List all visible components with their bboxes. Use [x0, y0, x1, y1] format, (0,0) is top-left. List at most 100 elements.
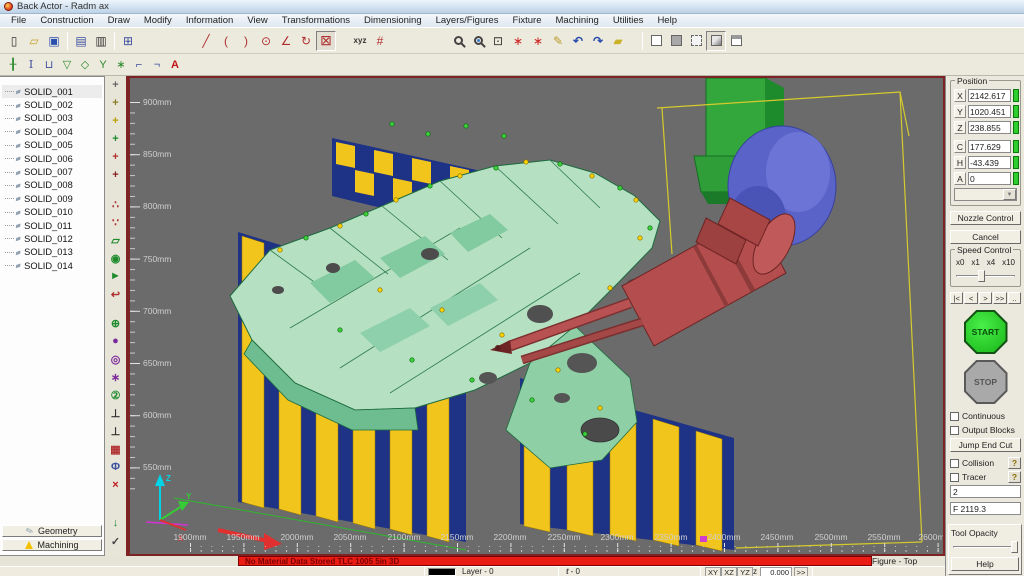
star-button[interactable]: ∗ [112, 56, 130, 74]
step-fast-forward-button[interactable]: >> [993, 292, 1006, 304]
coord-tag-tool-button[interactable]: + [106, 112, 125, 130]
diamond-button[interactable]: ◇ [76, 56, 94, 74]
tree-item-solid-012[interactable]: ▰SOLID_012 [2, 232, 102, 245]
delete-marks-tool-button[interactable]: × [106, 476, 125, 494]
tree-item-solid-003[interactable]: ▰SOLID_003 [2, 112, 102, 125]
step-first-button[interactable]: |< [950, 292, 963, 304]
menu-utilities[interactable]: Utilities [606, 15, 651, 26]
stop-button[interactable]: STOP [966, 362, 1006, 402]
angle-tool-button[interactable]: ∠ [276, 31, 296, 51]
tree-item-solid-014[interactable]: ▰SOLID_014 [2, 259, 102, 272]
zoom-button[interactable] [448, 31, 468, 51]
new-file-button[interactable]: ▯ [4, 31, 24, 51]
erase-button[interactable]: ▰ [608, 31, 628, 51]
view-wireframe-button[interactable] [646, 31, 666, 51]
arc2-tool-button[interactable]: ) [236, 31, 256, 51]
redo-button[interactable]: ↷ [588, 31, 608, 51]
raise-z-tool-button[interactable]: ⊥ [106, 422, 125, 440]
view-transparent-button[interactable] [686, 31, 706, 51]
tool-indicator[interactable]: t - 0 [566, 567, 580, 576]
menu-dimensioning[interactable]: Dimensioning [357, 15, 429, 26]
target-view-tool-button[interactable]: ◉ [106, 249, 125, 267]
export-down-button[interactable]: ↓ [106, 514, 125, 532]
corner1-button[interactable]: ⌐ [130, 56, 148, 74]
c-position-field[interactable]: 177.629 [968, 140, 1011, 153]
sequence-tool-button[interactable]: ② [106, 386, 125, 404]
pan-tool-button[interactable]: + [106, 76, 125, 94]
tool-opacity-slider[interactable] [951, 541, 1019, 553]
step-forward-button[interactable]: > [979, 292, 992, 304]
save-button[interactable]: ▣ [44, 31, 64, 51]
menu-file[interactable]: File [4, 15, 33, 26]
flat-view-tool-button[interactable]: ► [106, 267, 125, 285]
tracer-help-button[interactable]: ? [1008, 471, 1021, 483]
start-button[interactable]: START [966, 312, 1006, 352]
tree-item-solid-002[interactable]: ▰SOLID_002 [2, 98, 102, 111]
menu-information[interactable]: Information [179, 15, 241, 26]
cancel-button[interactable]: Cancel [950, 230, 1021, 244]
nozzle-control-button[interactable]: Nozzle Control [950, 211, 1021, 225]
view-shaded-button[interactable] [706, 31, 726, 51]
text-tool-button[interactable]: A [166, 56, 184, 74]
sphere-view-tool-button[interactable]: ◎ [106, 350, 125, 368]
viewport-canvas[interactable]: Z Y X 900mm 850mm 800mm 750mm 700mm [130, 78, 943, 554]
count-field[interactable]: 2 [950, 485, 1021, 498]
plane-xy-button[interactable]: XY [705, 567, 721, 576]
undo-path-tool-button[interactable]: ↩ [106, 285, 125, 303]
clamp-button[interactable]: ⊔ [40, 56, 58, 74]
help-button[interactable]: Help [951, 557, 1019, 571]
menu-fixture[interactable]: Fixture [505, 15, 548, 26]
speed-slider-handle[interactable] [978, 270, 985, 282]
program-dropdown[interactable]: ▼ [954, 188, 1017, 201]
knot-tool-button[interactable]: ∗ [106, 368, 125, 386]
ibeam-button[interactable]: I [22, 56, 40, 74]
print-button[interactable]: ▥ [91, 31, 111, 51]
z-position-field[interactable]: 238.855 [968, 121, 1011, 134]
drop-z-tool-button[interactable]: ⊥ [106, 404, 125, 422]
speed-slider[interactable] [954, 270, 1017, 282]
zoom-window-button[interactable]: ⊡ [488, 31, 508, 51]
z-step-field[interactable]: 0.000 [760, 567, 792, 576]
zoom-region-button[interactable] [468, 31, 488, 51]
tree-item-solid-005[interactable]: ▰SOLID_005 [2, 139, 102, 152]
zoom-out-button[interactable]: ∗ [528, 31, 548, 51]
feedrate-field[interactable]: F 2119.3 [950, 502, 1021, 515]
tree-item-solid-007[interactable]: ▰SOLID_007 [2, 165, 102, 178]
crossed-box-tool-button[interactable]: ⊠ [316, 31, 336, 51]
menu-machining[interactable]: Machining [549, 15, 606, 26]
tree-item-solid-008[interactable]: ▰SOLID_008 [2, 179, 102, 192]
menu-help[interactable]: Help [650, 15, 684, 26]
plane-xz-button[interactable]: XZ [721, 567, 737, 576]
tree-item-solid-010[interactable]: ▰SOLID_010 [2, 206, 102, 219]
menu-draw[interactable]: Draw [101, 15, 137, 26]
menu-transformations[interactable]: Transformations [275, 15, 357, 26]
menu-view[interactable]: View [240, 15, 274, 26]
continuous-checkbox[interactable] [950, 412, 959, 421]
page-setup-button[interactable]: ▤ [71, 31, 91, 51]
confirm-button[interactable]: ✓ [106, 532, 125, 550]
open-file-button[interactable]: ▱ [24, 31, 44, 51]
jump-end-cut-button[interactable]: Jump End Cut [950, 438, 1021, 452]
tree-item-solid-009[interactable]: ▰SOLID_009 [2, 192, 102, 205]
corner2-button[interactable]: ¬ [148, 56, 166, 74]
fit-view-button[interactable]: ∗ [508, 31, 528, 51]
plane-select-tool-button[interactable]: ▱ [106, 231, 125, 249]
tree-item-solid-001[interactable]: ▰SOLID_001 [2, 85, 102, 98]
status-more-button[interactable]: >> [794, 567, 808, 576]
machine-settings-tool-button[interactable]: ⊕ [106, 314, 125, 332]
tracer-checkbox[interactable] [950, 473, 959, 482]
color-swatch[interactable] [428, 568, 456, 576]
tree-item-solid-013[interactable]: ▰SOLID_013 [2, 246, 102, 259]
geometry-tab-button[interactable]: ✎ Geometry [2, 525, 102, 537]
rotate-tool-button[interactable]: ↻ [296, 31, 316, 51]
tree-item-solid-011[interactable]: ▰SOLID_011 [2, 219, 102, 232]
xyz-coords-button[interactable]: xyz [350, 31, 370, 51]
point-circle-tool-button[interactable]: ⊙ [256, 31, 276, 51]
output-blocks-checkbox[interactable] [950, 426, 959, 435]
plane-yz-button[interactable]: YZ [737, 567, 753, 576]
collision-checkbox[interactable] [950, 459, 959, 468]
y-position-field[interactable]: 1020.451 [968, 105, 1011, 118]
grid-snap-button[interactable]: ╂ [4, 56, 22, 74]
menu-construction[interactable]: Construction [33, 15, 100, 26]
copy-button[interactable]: ⊞ [118, 31, 138, 51]
